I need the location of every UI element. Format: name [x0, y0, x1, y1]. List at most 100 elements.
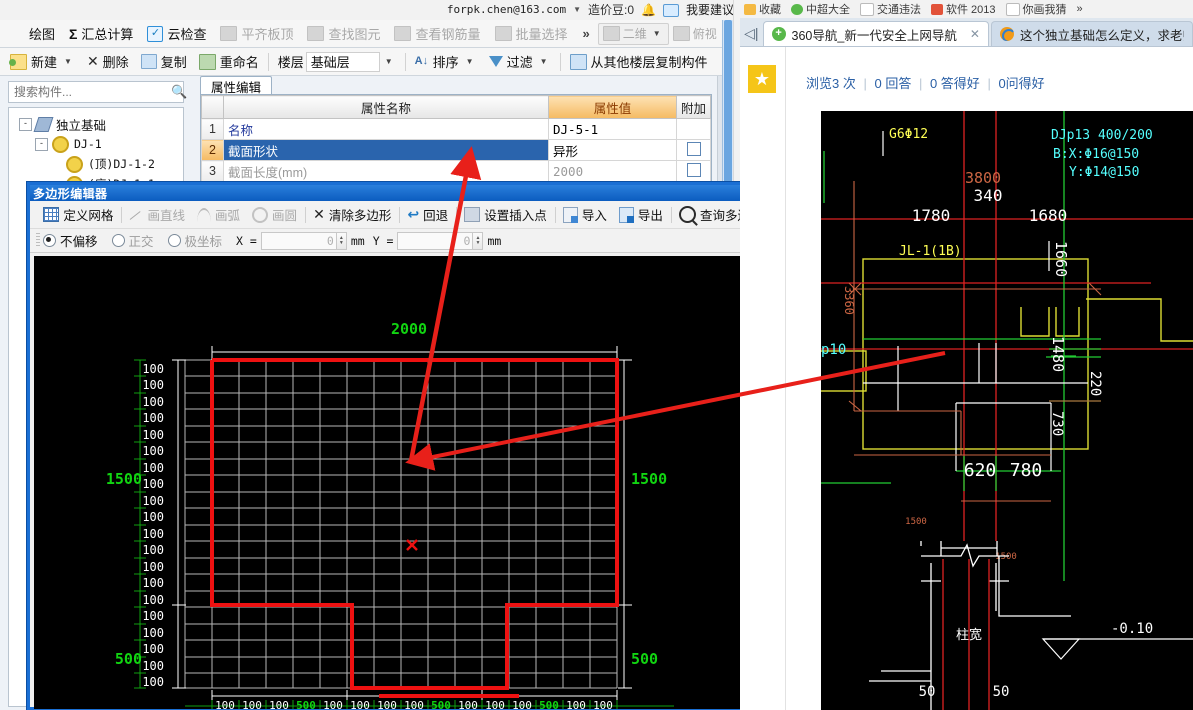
- gear-icon: [66, 155, 83, 173]
- ribbon-item-cloud-check[interactable]: ✓ 云检查: [140, 22, 213, 46]
- close-icon[interactable]: ✕: [970, 27, 980, 41]
- cad-drawing-image[interactable]: G6Φ12 DJp13 400/200 B:X:Φ16@150 Y:Φ14@15…: [821, 111, 1193, 710]
- feedback-link[interactable]: 我要建议: [686, 1, 734, 18]
- bookmark-item[interactable]: 你画我猜: [1005, 1, 1067, 17]
- bookmark-item[interactable]: 中超大全: [791, 1, 850, 17]
- define-grid-button[interactable]: 定义网格: [37, 204, 119, 226]
- good-question-count: 0问得好: [998, 76, 1045, 91]
- x-input[interactable]: 0: [260, 231, 337, 250]
- tab-property-edit[interactable]: 属性编辑: [200, 76, 273, 95]
- property-value[interactable]: DJ-5-1: [548, 118, 677, 140]
- bookmark-item[interactable]: 软件 2013: [931, 1, 996, 17]
- undo-button[interactable]: ↩ 回退: [401, 204, 454, 226]
- radio-polar[interactable]: 极坐标: [167, 231, 222, 250]
- star-icon[interactable]: ★: [748, 65, 776, 93]
- bookmarks-overflow-button[interactable]: »: [1077, 3, 1083, 15]
- view-mode-selector-2d[interactable]: 二维 ▼: [597, 22, 669, 45]
- copy-component-button[interactable]: 复制: [135, 50, 193, 74]
- answer-count: 0 回答: [874, 76, 912, 91]
- search-input[interactable]: [9, 82, 171, 102]
- dialog-titlebar[interactable]: 多边形编辑器 ✕: [30, 185, 781, 201]
- tree-item-dj-1[interactable]: - DJ-1: [9, 134, 183, 154]
- radio-icon: [167, 234, 181, 247]
- bookmark-label: 交通违法: [877, 4, 921, 16]
- ribbon-overflow-button[interactable]: »: [575, 26, 598, 41]
- copy-from-other-floor-button[interactable]: 从其他楼层复制构件: [564, 50, 714, 74]
- tab-360-navigation[interactable]: + 360导航_新一代安全上网导航 ✕: [762, 21, 989, 46]
- view-rebar-icon: [394, 26, 412, 41]
- button-label: 回退: [423, 209, 449, 223]
- sort-button[interactable]: A↓ 排序 ▼: [409, 50, 483, 74]
- property-name[interactable]: 截面形状: [223, 139, 549, 161]
- qa-favicon: [999, 27, 1014, 41]
- search-box[interactable]: 🔍: [8, 81, 187, 103]
- set-insert-point-button[interactable]: 设置插入点: [458, 204, 553, 226]
- x-stepper[interactable]: ▲ ▼: [336, 231, 347, 250]
- y-stepper[interactable]: ▲ ▼: [473, 231, 484, 250]
- browser-tabbar: ◁| + 360导航_新一代安全上网导航 ✕ 这个独立基础怎么定义，求老师: [740, 18, 1193, 47]
- bookmark-item[interactable]: 收藏: [744, 1, 781, 17]
- polygon-canvas[interactable]: 2000 1500 500 1500 500 100 100 100 100 100…: [34, 256, 779, 709]
- tree-item-dj-1-2-top[interactable]: (顶)DJ-1-2: [9, 154, 183, 174]
- col-property-name: 属性名称: [223, 95, 549, 119]
- bell-icon[interactable]: 🔔: [641, 3, 656, 17]
- tab-title: 这个独立基础怎么定义，求老师: [1019, 28, 1184, 43]
- account-chevron-down-icon[interactable]: ▼: [573, 5, 581, 14]
- new-component-button[interactable]: 新建 ▼: [4, 50, 81, 74]
- back-icon[interactable]: ◁|: [740, 20, 763, 46]
- radio-no-offset[interactable]: 不偏移: [43, 231, 98, 250]
- table-row[interactable]: 3 截面长度(mm) 2000: [201, 160, 711, 182]
- bookmark-item[interactable]: 交通违法: [860, 1, 921, 17]
- attach-checkbox[interactable]: [686, 141, 701, 156]
- gear-icon: [52, 135, 69, 153]
- label-elevation: -0.10: [1111, 621, 1153, 637]
- property-value[interactable]: 2000: [548, 160, 677, 182]
- top-view-icon: [672, 26, 690, 41]
- table-row[interactable]: 1 名称 DJ-5-1: [201, 118, 711, 140]
- attach-cell[interactable]: [676, 160, 711, 182]
- svg-text:100: 100: [269, 699, 289, 709]
- line-icon: [129, 209, 143, 221]
- options-grip[interactable]: [36, 233, 40, 248]
- ribbon-item-summary-calc[interactable]: Σ 汇总计算: [62, 22, 140, 46]
- search-icon[interactable]: 🔍: [171, 84, 187, 100]
- property-name[interactable]: 名称: [223, 118, 549, 140]
- property-name[interactable]: 截面长度(mm): [223, 160, 549, 182]
- rename-component-button[interactable]: 重命名: [193, 50, 265, 74]
- floor-value[interactable]: 基础层: [305, 51, 380, 72]
- table-row[interactable]: 2 截面形状 异形: [201, 139, 711, 161]
- filter-button[interactable]: 过滤 ▼: [483, 50, 557, 74]
- chevron-down-icon: ▼: [652, 29, 661, 38]
- radio-label: 不偏移: [60, 235, 98, 249]
- cad-drawing-svg: G6Φ12 DJp13 400/200 B:X:Φ16@150 Y:Φ14@15…: [821, 111, 1193, 710]
- property-value[interactable]: 异形: [548, 139, 677, 161]
- export-button[interactable]: 导出: [613, 204, 669, 226]
- dim-right-2: 500: [631, 650, 658, 668]
- label-g6: G6Φ12: [889, 127, 928, 142]
- chevron-down-icon[interactable]: ▼: [382, 57, 396, 66]
- message-icon[interactable]: [662, 4, 679, 17]
- floor-selector[interactable]: 楼层 基础层 ▼: [272, 50, 402, 74]
- svg-text:100: 100: [142, 362, 164, 376]
- tree-item-label: DJ-1: [74, 137, 102, 151]
- attach-cell[interactable]: [676, 139, 711, 161]
- account-email[interactable]: forpk.chen@163.com: [447, 3, 566, 16]
- attach-checkbox[interactable]: [686, 162, 701, 177]
- y-input[interactable]: 0: [397, 231, 474, 250]
- bookmark-favicon: [744, 3, 756, 15]
- expander-icon[interactable]: -: [35, 137, 48, 151]
- foundation-icon: [33, 116, 54, 132]
- radio-orthogonal[interactable]: 正交: [111, 231, 154, 250]
- row-number: 3: [201, 160, 224, 182]
- find-element-icon: [307, 26, 325, 41]
- clear-polygon-button[interactable]: ✕ 清除多边形: [307, 204, 397, 226]
- delete-component-button[interactable]: ✕ 删除: [81, 50, 135, 74]
- expander-icon[interactable]: -: [19, 117, 32, 131]
- ribbon-item-draw[interactable]: 绘图: [2, 22, 62, 46]
- tab-question-page[interactable]: 这个独立基础怎么定义，求老师: [990, 21, 1193, 46]
- ribbon-label: 云检查: [167, 27, 207, 42]
- import-button[interactable]: 导入: [557, 204, 613, 226]
- polygon-canvas-svg[interactable]: 2000 1500 500 1500 500 100 100 100 100 100…: [34, 256, 779, 709]
- bookmark-favicon: [931, 3, 943, 15]
- tree-item-independent-foundation[interactable]: - 独立基础: [9, 114, 183, 134]
